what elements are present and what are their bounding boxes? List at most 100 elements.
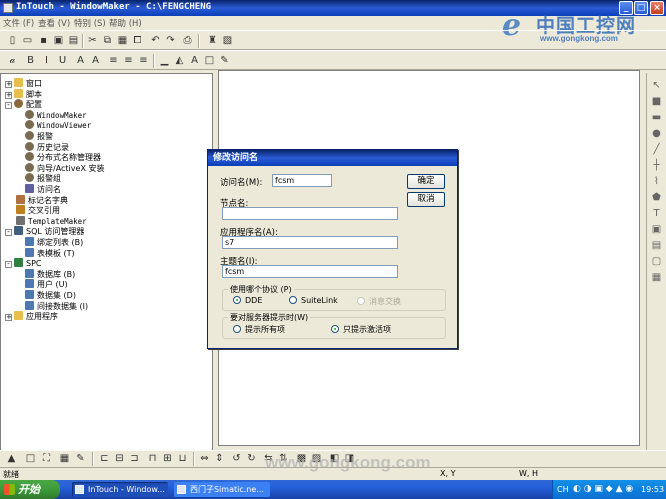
ime-indicator[interactable]: CH — [557, 480, 569, 499]
align-center-objects-icon[interactable]: ⊟ — [113, 452, 126, 465]
tree-item[interactable]: 报警 — [25, 131, 53, 142]
rotate-right-icon[interactable]: ↻ — [245, 452, 258, 465]
undo-icon[interactable]: ↶ — [149, 34, 162, 47]
text-tool-icon[interactable]: T — [650, 207, 663, 220]
rect-tool-icon[interactable]: ■ — [650, 95, 663, 108]
grid-icon[interactable]: ▦ — [58, 452, 71, 465]
tree-item[interactable]: 用户 (U) — [25, 279, 68, 290]
cancel-button[interactable]: 取消 — [407, 192, 445, 207]
task-intouch[interactable]: InTouch - Window... — [72, 482, 168, 497]
arrange-icon[interactable]: ▲ — [5, 452, 18, 465]
task-simatic[interactable]: 西门子Simatic.ne... — [174, 482, 270, 497]
polygon-tool-icon[interactable]: ⬟ — [650, 191, 663, 204]
advise-all-radio[interactable]: 提示所有项 — [233, 324, 285, 335]
protocol-message-exchange-radio[interactable]: 消息交换 — [357, 296, 401, 307]
tree-item[interactable]: 数据集 (D) — [25, 290, 76, 301]
application-explorer-tree[interactable]: + 窗口 + 脚本 - 配置 WindowMaker WindowViewer 报警 历史记录 分布… — [0, 73, 213, 451]
paste-icon[interactable]: ▦ — [116, 34, 129, 47]
text-color-icon[interactable]: A — [188, 54, 201, 67]
hv-line-tool-icon[interactable]: ┼ — [650, 159, 663, 172]
tray-icons[interactable]: ◐ ◑ ▣ ◆ ▲ ◉ — [573, 480, 633, 499]
expand-icon[interactable]: + — [5, 314, 12, 322]
align-left-objects-icon[interactable]: ⊏ — [98, 452, 111, 465]
print-icon[interactable]: ⎙ — [181, 34, 194, 47]
advise-active-radio[interactable]: 只提示激活项 — [331, 324, 391, 335]
window-color-icon[interactable]: □ — [203, 54, 216, 67]
space-h-icon[interactable]: ⇔ — [198, 452, 211, 465]
underline-icon[interactable]: U — [56, 54, 69, 67]
italic-icon[interactable]: I — [40, 54, 53, 67]
button-tool-icon[interactable]: ▢ — [650, 255, 663, 268]
dev-icon[interactable]: ▧ — [221, 34, 234, 47]
tree-item[interactable]: + 窗口 — [5, 78, 42, 89]
save-all-icon[interactable]: ▤ — [67, 34, 80, 47]
clock[interactable]: 19:53 — [641, 480, 664, 499]
tree-item[interactable]: 交叉引用 — [5, 205, 60, 216]
tree-item[interactable]: - SQL 访问管理器 — [5, 226, 84, 237]
rotate-left-icon[interactable]: ↺ — [230, 452, 243, 465]
tree-item[interactable]: 间接数据集 (I) — [25, 300, 88, 312]
pencil-icon[interactable]: ✎ — [74, 452, 87, 465]
align-top-icon[interactable]: ⊓ — [146, 452, 159, 465]
save-icon[interactable]: ▣ — [52, 34, 65, 47]
ellipse-tool-icon[interactable]: ● — [650, 127, 663, 140]
align-right-icon[interactable]: ≡ — [137, 54, 150, 67]
menu-file[interactable]: 文件 (F) — [3, 17, 34, 29]
tree-item[interactable]: 标记名字典 — [5, 194, 68, 206]
tree-item[interactable]: 访问名 — [25, 184, 61, 195]
line-color-icon[interactable]: ▁ — [158, 54, 171, 67]
space-v-icon[interactable]: ⇕ — [213, 452, 226, 465]
tree-item[interactable]: 向导/ActiveX 安装 — [25, 162, 104, 174]
ok-button[interactable]: 确定 — [407, 174, 445, 189]
align-right-objects-icon[interactable]: ⊐ — [128, 452, 141, 465]
tree-item[interactable]: WindowViewer — [25, 120, 91, 131]
tree-item[interactable]: 历史记录 — [25, 141, 69, 153]
align-left-icon[interactable]: ≡ — [107, 54, 120, 67]
fill-color-icon[interactable]: ◭ — [173, 54, 186, 67]
line-style-icon[interactable]: ✎ — [218, 54, 231, 67]
align-center-icon[interactable]: ≡ — [122, 54, 135, 67]
duplicate-icon[interactable]: ⧠ — [131, 34, 144, 47]
tree-item[interactable]: 绑定列表 (B) — [25, 237, 83, 248]
collapse-icon[interactable]: - — [5, 102, 12, 110]
expand-icon[interactable]: + — [5, 81, 12, 88]
wizard-tool-icon[interactable]: ▦ — [650, 271, 663, 284]
menu-help[interactable]: 帮助 (H) — [109, 17, 142, 29]
fullscreen-icon[interactable]: ⛶ — [40, 452, 53, 465]
access-name-field[interactable]: fcsm — [272, 174, 332, 187]
tree-item[interactable]: - SPC — [5, 258, 42, 269]
redo-icon[interactable]: ↷ — [164, 34, 177, 47]
open-icon[interactable]: ▭ — [21, 34, 34, 47]
tree-item[interactable]: TemplateMaker — [5, 215, 87, 227]
cut-icon[interactable]: ✂ — [86, 34, 99, 47]
collapse-icon[interactable]: - — [5, 229, 12, 237]
expand-icon[interactable]: + — [5, 91, 12, 99]
runtime-icon[interactable]: ♜ — [206, 34, 219, 47]
rounded-rect-tool-icon[interactable]: ▬ — [650, 111, 663, 124]
tree-item[interactable]: 表模板 (T) — [25, 247, 75, 259]
tree-item[interactable]: 数据库 (B) — [25, 268, 75, 280]
polyline-tool-icon[interactable]: ⌇ — [650, 175, 663, 188]
tree-item[interactable]: + 脚本 — [5, 88, 42, 100]
line-tool-icon[interactable]: ╱ — [650, 143, 663, 156]
tree-item[interactable]: 分布式名称管理器 — [25, 152, 101, 163]
bold-icon[interactable]: B — [24, 54, 37, 67]
topic-name-field[interactable]: fcsm — [222, 265, 398, 278]
window-icon[interactable]: □ — [24, 452, 37, 465]
trend-tool-icon[interactable]: ▤ — [650, 239, 663, 252]
tree-item[interactable]: WindowMaker — [25, 109, 87, 121]
start-button[interactable]: 开始 — [0, 480, 60, 499]
app-name-field[interactable]: s7 — [222, 236, 398, 249]
font-larger-icon[interactable]: A — [89, 54, 102, 67]
align-bottom-icon[interactable]: ⊔ — [176, 452, 189, 465]
protocol-dde-radio[interactable]: DDE — [233, 296, 262, 305]
copy-icon[interactable]: ⧉ — [101, 34, 114, 47]
collapse-icon[interactable]: - — [5, 261, 12, 269]
bitmap-tool-icon[interactable]: ▣ — [650, 223, 663, 236]
new-icon[interactable]: ▯ — [6, 34, 19, 47]
align-middle-icon[interactable]: ⊞ — [161, 452, 174, 465]
protocol-suitelink-radio[interactable]: SuiteLink — [289, 296, 338, 305]
node-name-field[interactable] — [222, 207, 398, 220]
menu-special[interactable]: 特别 (S) — [74, 17, 106, 29]
tree-item[interactable]: - 配置 — [5, 99, 42, 110]
